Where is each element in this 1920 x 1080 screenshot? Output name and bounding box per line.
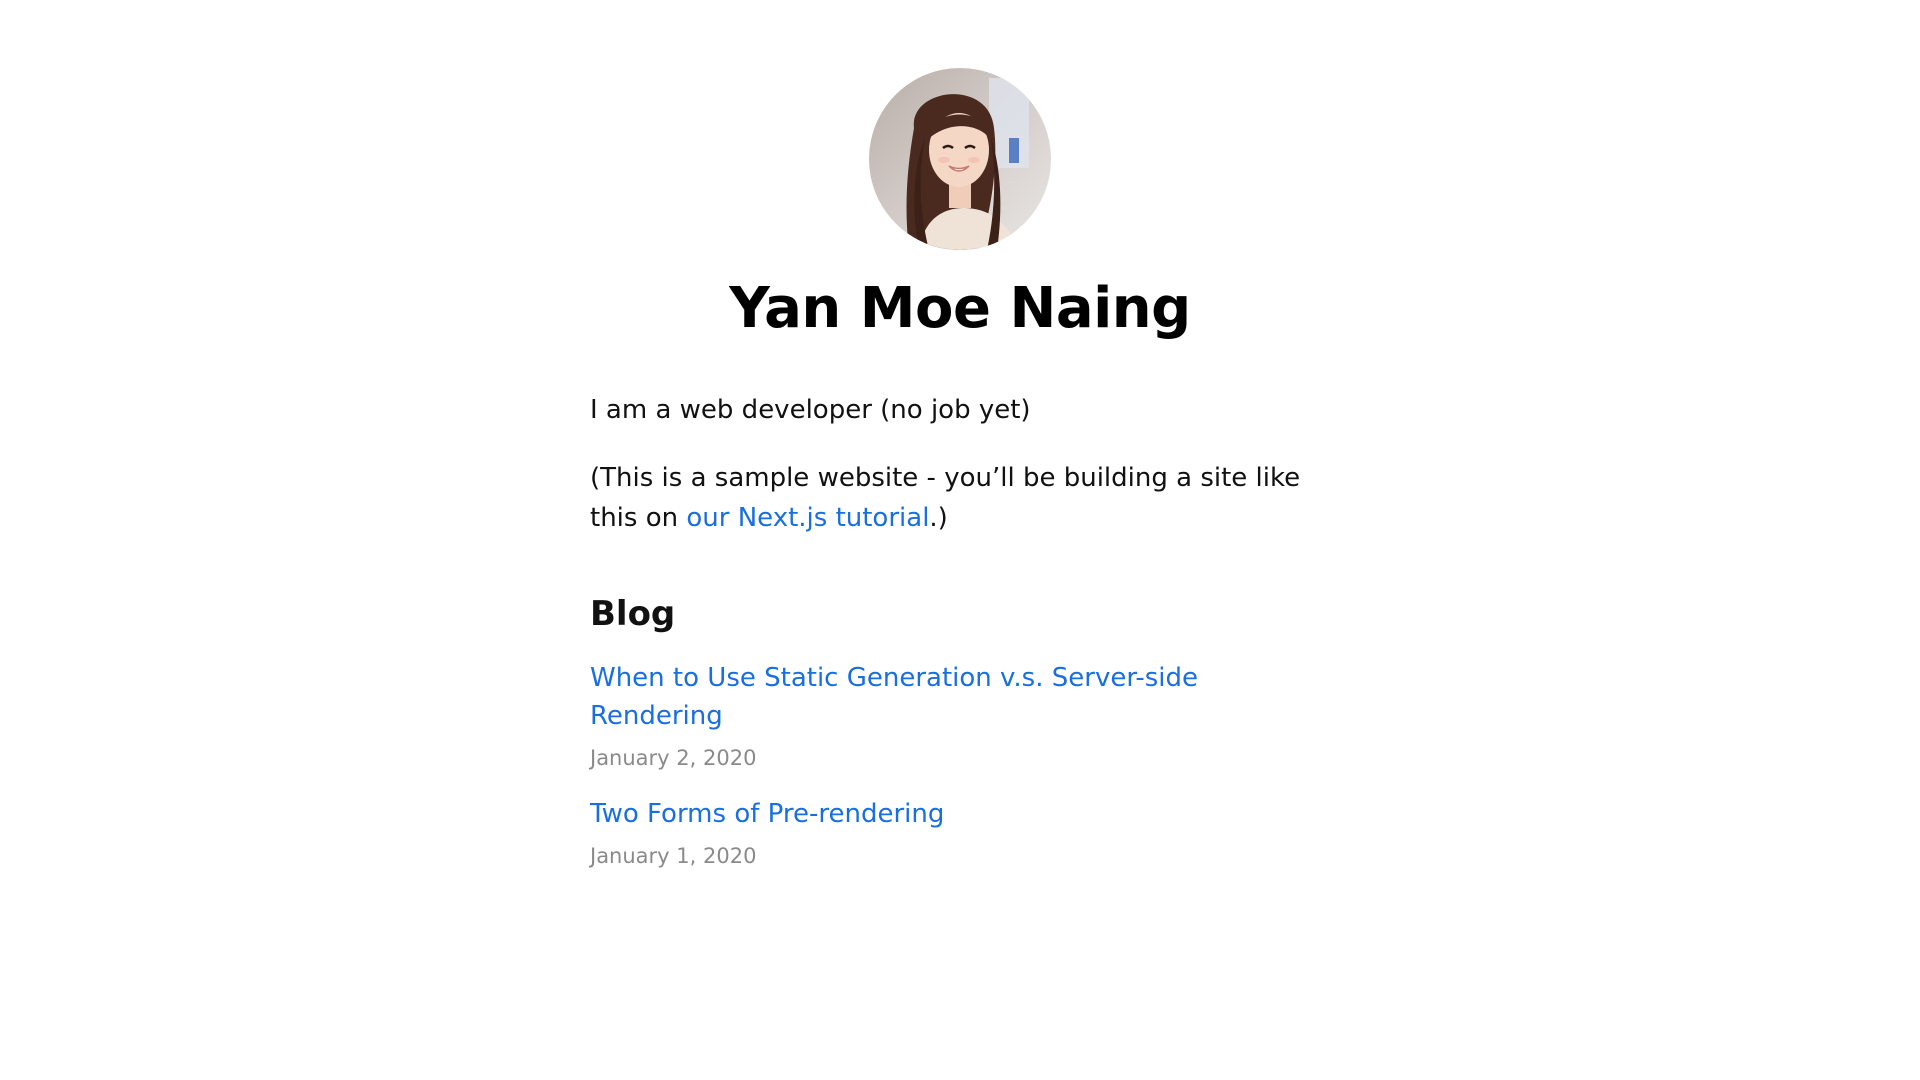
page-title: Yan Moe Naing: [729, 276, 1191, 341]
avatar: [869, 68, 1051, 250]
post-title-link[interactable]: When to Use Static Generation v.s. Serve…: [590, 663, 1198, 731]
bio-line-1: I am a web developer (no job yet): [590, 394, 1031, 425]
blog-section: Blog When to Use Static Generation v.s. …: [590, 594, 1330, 867]
profile-header: Yan Moe Naing: [590, 68, 1330, 340]
nextjs-tutorial-link[interactable]: our Next.js tutorial: [686, 503, 929, 533]
post-date: January 2, 2020: [590, 745, 757, 770]
bio-line-2-suffix: .): [929, 503, 948, 534]
list-item: Two Forms of Pre-rendering January 1, 20…: [590, 796, 1330, 868]
bio-section: I am a web developer (no job yet) (This …: [590, 390, 1330, 539]
post-date: January 1, 2020: [590, 843, 757, 868]
post-title-link[interactable]: Two Forms of Pre-rendering: [590, 799, 944, 829]
blog-heading: Blog: [590, 594, 676, 635]
blog-post-list: When to Use Static Generation v.s. Serve…: [590, 660, 1330, 867]
profile-photo-icon: [869, 68, 1051, 250]
bio-line-2: (This is a sample website - you’ll be bu…: [590, 458, 1330, 539]
list-item: When to Use Static Generation v.s. Serve…: [590, 660, 1330, 769]
page: Yan Moe Naing I am a web developer (no j…: [0, 0, 1920, 1080]
main-container: Yan Moe Naing I am a web developer (no j…: [590, 0, 1330, 868]
